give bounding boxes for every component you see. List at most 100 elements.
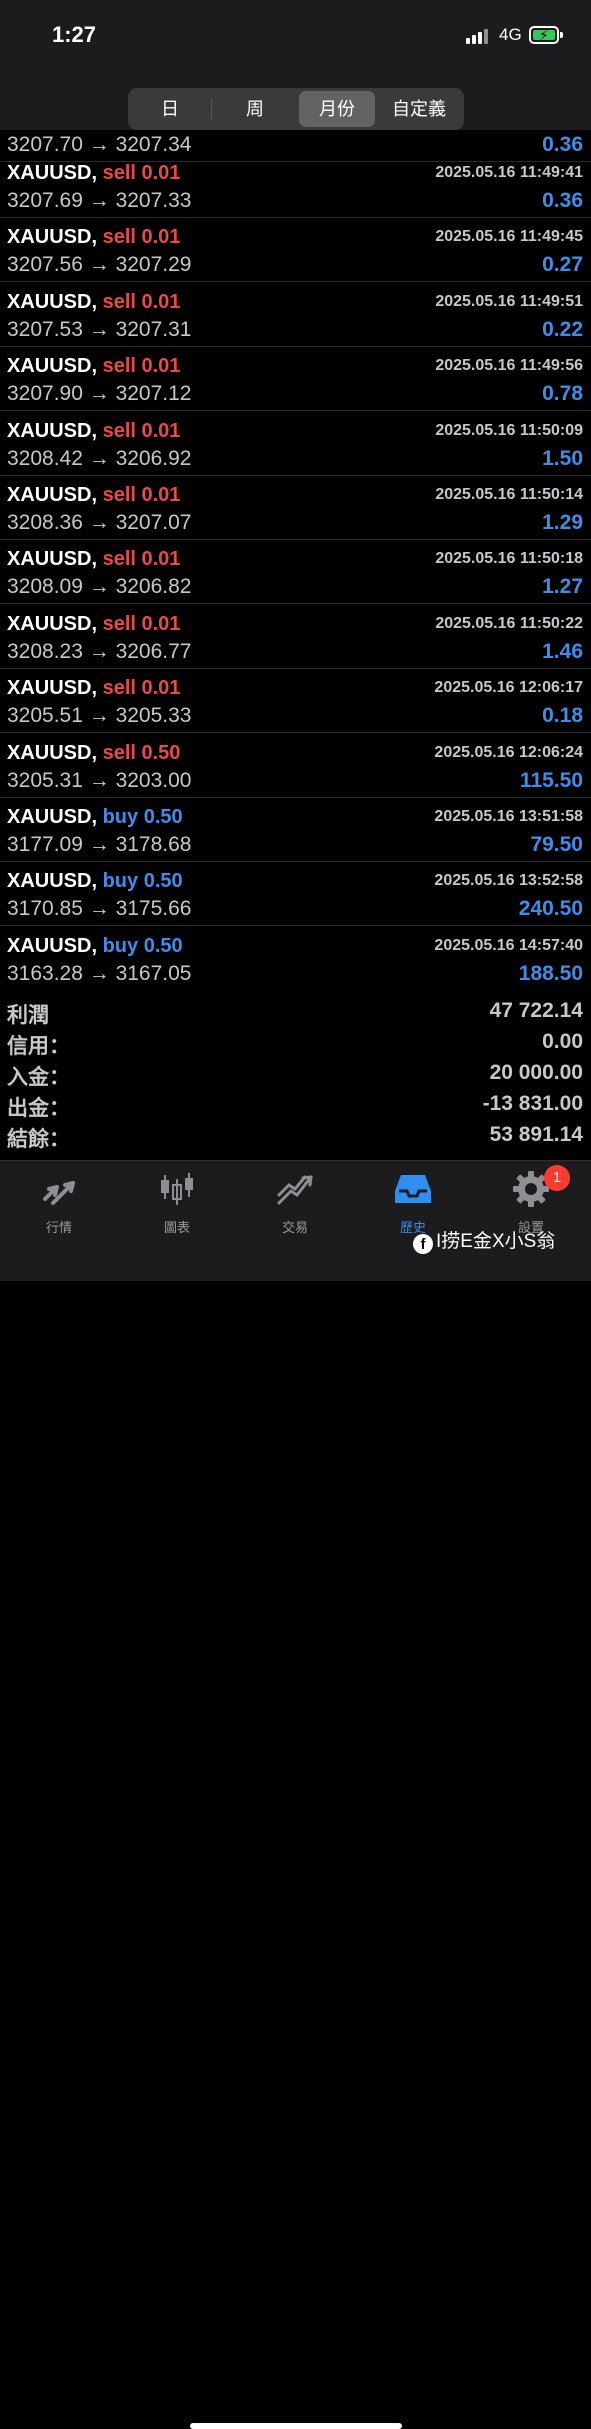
- trade-row[interactable]: XAUUSD, buy 0.50 2025.05.16 13:52:58 3170.…: [0, 862, 591, 927]
- summary-label: 出金：: [7, 1097, 70, 1120]
- trade-row[interactable]: XAUUSD, sell 0.01 2025.05.16 11:49:51 3207…: [0, 283, 591, 347]
- trade-volume: 0.50: [143, 934, 183, 957]
- trade-volume: 0.50: [141, 741, 181, 764]
- trade-datetime: 2025.05.16 13:51:58: [434, 808, 583, 825]
- summary-value: 0.00: [542, 1030, 583, 1053]
- trade-symbol: XAUUSD, buy 0.50: [7, 870, 183, 893]
- trade-profit: 0.36: [542, 189, 583, 212]
- trade-prices: 3163.28 → 3167.05: [7, 961, 192, 985]
- trade-side: buy: [102, 806, 139, 828]
- trade-profit: 0.22: [542, 317, 583, 341]
- trade-row[interactable]: XAUUSD, sell 0.50 2025.05.16 12:06:24 3205…: [0, 734, 591, 798]
- trade-symbol: XAUUSD, sell 0.01: [7, 162, 180, 185]
- trade-side: sell: [102, 290, 136, 313]
- summary-value: 47 722.14: [489, 999, 583, 1022]
- trade-datetime: 2025.05.16 14:57:40: [434, 936, 583, 954]
- trade-symbol: XAUUSD, sell 0.01: [7, 355, 180, 378]
- trade-prices: 3207.56 → 3207.29: [7, 253, 192, 277]
- segment-week[interactable]: 周: [213, 91, 297, 127]
- summary-withdrawal: 出金： -13 831.00: [0, 1090, 591, 1121]
- trade-profit: 79.50: [530, 833, 583, 856]
- trade-row[interactable]: XAUUSD, sell 0.01 2025.05.16 11:49:45 3207…: [0, 218, 591, 283]
- trade-row[interactable]: XAUUSD, sell 0.01 2025.05.16 11:50:09 3208…: [0, 412, 591, 476]
- symbol-name: XAUUSD,: [7, 806, 98, 828]
- summary-value: 20 000.00: [489, 1061, 583, 1084]
- trade-volume: 0.01: [141, 226, 181, 249]
- trade-prices: 3207.53 → 3207.31: [7, 317, 192, 341]
- tab-charts[interactable]: 圖表: [118, 1169, 236, 1239]
- trade-profit: 1.46: [542, 639, 583, 663]
- trade-row[interactable]: XAUUSD, sell 0.01 2025.05.16 11:50:18 3208…: [0, 540, 591, 605]
- trade-datetime: 2025.05.16 12:06:17: [434, 679, 583, 697]
- trade-datetime: 2025.05.16 11:49:51: [435, 292, 583, 310]
- trade-datetime: 2025.05.16 11:50:09: [435, 421, 583, 439]
- trade-side: sell: [102, 484, 136, 506]
- history-tray-icon: [395, 1175, 431, 1203]
- tab-trade[interactable]: 交易: [236, 1169, 354, 1239]
- trade-row[interactable]: XAUUSD, sell 0.01 2025.05.16 11:49:41 3207…: [0, 154, 591, 218]
- trade-row[interactable]: XAUUSD, buy 0.50 2025.05.16 14:57:40 3163.…: [0, 927, 591, 990]
- trade-trend-icon: [277, 1175, 313, 1205]
- trade-volume: 0.01: [141, 355, 181, 378]
- trade-datetime: 2025.05.16 11:49:45: [435, 228, 583, 246]
- trade-volume: 0.01: [141, 484, 181, 506]
- summary-label: 結餘：: [7, 1128, 70, 1151]
- home-indicator[interactable]: [190, 2423, 402, 2429]
- watermark-text: I捞E金X小S翁: [436, 1231, 556, 1252]
- trade-profit: 1.29: [542, 511, 583, 534]
- facebook-icon: f: [413, 1234, 433, 1254]
- trade-symbol: XAUUSD, buy 0.50: [7, 806, 183, 829]
- trade-symbol: XAUUSD, buy 0.50: [7, 935, 183, 958]
- battery-charging-icon: ⚡: [529, 26, 563, 44]
- symbol-name: XAUUSD,: [7, 419, 98, 442]
- trade-prices: 3208.42 → 3206.92: [7, 446, 192, 470]
- summary-value: 53 891.14: [489, 1123, 583, 1146]
- summary-value: -13 831.00: [482, 1092, 583, 1115]
- tab-bar: 行情 圖表 交易 歷史 1 設置: [0, 1160, 591, 2429]
- trade-prices: 3205.31 → 3203.00: [7, 768, 192, 792]
- summary-balance: 結餘： 53 891.14: [0, 1121, 591, 1152]
- symbol-name: XAUUSD,: [7, 934, 98, 957]
- trade-volume: 0.01: [141, 419, 181, 442]
- trade-row[interactable]: XAUUSD, sell 0.01 2025.05.16 11:50:22 3208…: [0, 605, 591, 669]
- network-type: 4G: [499, 25, 522, 44]
- trade-prices: 3177.09 → 3178.68: [7, 833, 192, 856]
- segment-day[interactable]: 日: [131, 91, 209, 127]
- tab-label: 圖表: [163, 1220, 190, 1235]
- status-bar: 1:27 4G ⚡: [0, 0, 591, 80]
- trade-profit: 1.27: [542, 575, 583, 599]
- trade-symbol: XAUUSD, sell 0.01: [7, 484, 180, 507]
- summary-label: 信用：: [7, 1035, 70, 1058]
- trade-side: buy: [102, 934, 139, 957]
- trade-side: buy: [102, 870, 139, 893]
- trade-row[interactable]: XAUUSD, sell 0.01 2025.05.16 11:49:56 3207…: [0, 347, 591, 412]
- tab-quotes[interactable]: 行情: [0, 1169, 118, 1239]
- segment-month[interactable]: 月份: [299, 91, 375, 127]
- trade-row[interactable]: XAUUSD, sell 0.01 2025.05.16 12:06:17 3205…: [0, 669, 591, 734]
- trade-row[interactable]: XAUUSD, buy 0.50 2025.05.16 13:51:58 3177.…: [0, 798, 591, 862]
- tab-label: 交易: [281, 1220, 308, 1235]
- symbol-name: XAUUSD,: [7, 226, 98, 249]
- cellular-signal-icon: [466, 28, 492, 44]
- trade-prices: 3208.23 → 3206.77: [7, 639, 192, 663]
- trade-symbol: XAUUSD, sell 0.50: [7, 742, 180, 765]
- trade-volume: 0.01: [141, 162, 181, 184]
- trade-profit: 1.50: [542, 446, 583, 470]
- trade-side: sell: [102, 226, 136, 249]
- summary-label: 入金：: [7, 1066, 70, 1089]
- segment-custom[interactable]: 自定義: [377, 91, 461, 127]
- trade-datetime: 2025.05.16 11:49:41: [435, 164, 583, 181]
- symbol-name: XAUUSD,: [7, 162, 98, 184]
- trade-datetime: 2025.05.16 13:52:58: [434, 872, 583, 890]
- trade-prices: 3170.85 → 3175.66: [7, 897, 192, 921]
- trade-profit: 0.18: [542, 704, 583, 728]
- trade-row[interactable]: XAUUSD, sell 0.01 2025.05.16 11:50:14 3208…: [0, 476, 591, 540]
- symbol-name: XAUUSD,: [7, 290, 98, 313]
- trade-symbol: XAUUSD, sell 0.01: [7, 548, 180, 571]
- trade-prices: 3205.51 → 3205.33: [7, 704, 192, 728]
- quotes-arrows-icon: [43, 1181, 75, 1205]
- trade-symbol: XAUUSD, sell 0.01: [7, 677, 180, 700]
- trade-history-list[interactable]: 3207.70 → 3207.34 0.36 XAUUSD, sell 0.01…: [0, 130, 591, 990]
- summary-deposit: 入金： 20 000.00: [0, 1059, 591, 1090]
- trade-symbol: XAUUSD, sell 0.01: [7, 226, 180, 249]
